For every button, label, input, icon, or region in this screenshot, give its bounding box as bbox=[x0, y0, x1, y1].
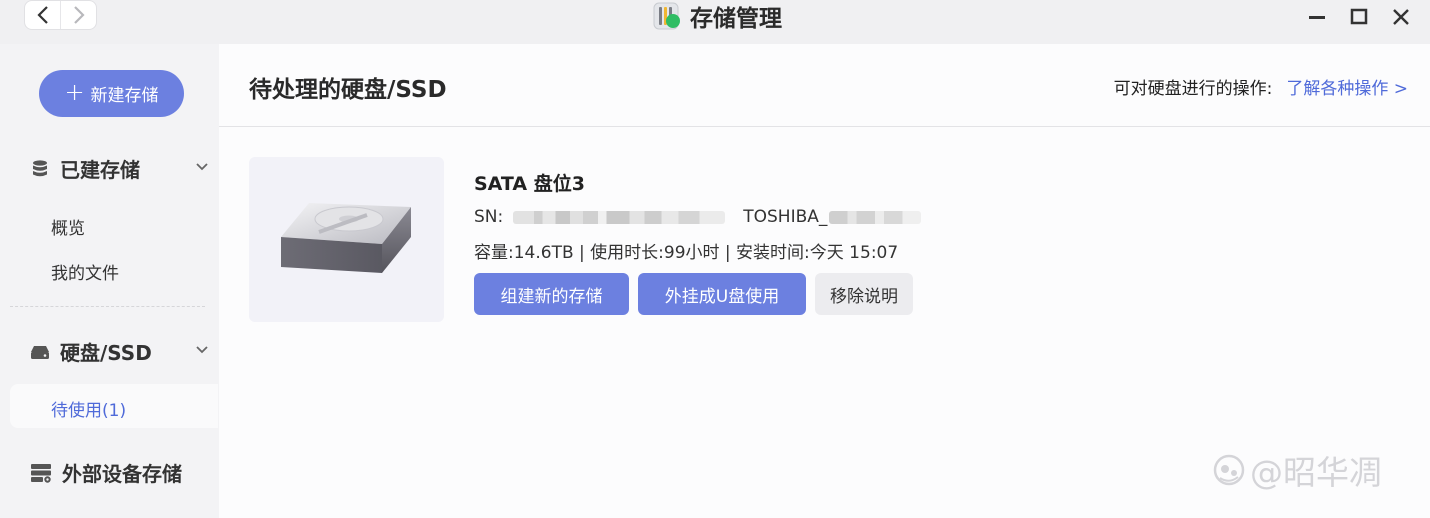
chevron-right-icon bbox=[73, 6, 85, 24]
serial-label: SN: bbox=[474, 207, 504, 227]
removal-info-button[interactable]: 移除说明 bbox=[815, 273, 913, 315]
watermark: @昭华凋 bbox=[1212, 446, 1382, 494]
drive-icon bbox=[31, 345, 49, 359]
maximize-button[interactable] bbox=[1346, 4, 1372, 30]
window-title: 存储管理 bbox=[652, 0, 782, 32]
sidebar-item-pending-label: 待使用(1) bbox=[51, 401, 127, 421]
new-storage-button[interactable]: + 新建存储 bbox=[39, 70, 184, 117]
minimize-button[interactable] bbox=[1304, 4, 1330, 30]
title-bar: 存储管理 bbox=[0, 0, 1430, 44]
close-button[interactable] bbox=[1388, 4, 1414, 30]
maximize-icon bbox=[1350, 8, 1368, 25]
mount-as-usb-button[interactable]: 外挂成U盘使用 bbox=[638, 273, 806, 315]
back-button[interactable] bbox=[25, 1, 60, 29]
disk-name: SATA 盘位3 bbox=[474, 173, 585, 195]
sidebar-section-drives[interactable]: 硬盘/SSD bbox=[30, 337, 152, 366]
sidebar-section-label: 外部设备存储 bbox=[62, 462, 182, 486]
disk-serial-row: SN: TOSHIBA_ bbox=[474, 207, 922, 227]
operations-prefix: 可对硬盘进行的操作: bbox=[1113, 79, 1273, 99]
plus-icon: + bbox=[64, 78, 85, 106]
learn-operations-link[interactable]: 了解各种操作 > bbox=[1286, 74, 1408, 99]
external-storage-icon bbox=[31, 463, 51, 483]
sidebar-item-pending[interactable]: 待使用(1) bbox=[10, 384, 218, 428]
watermark-text: @昭华凋 bbox=[1250, 453, 1382, 492]
create-storage-button[interactable]: 组建新的存储 bbox=[474, 273, 629, 315]
window-title-text: 存储管理 bbox=[690, 6, 782, 32]
operations-hint: 可对硬盘进行的操作: 了解各种操作 > bbox=[1114, 74, 1408, 99]
redacted-serial bbox=[513, 210, 726, 224]
storage-app-icon bbox=[653, 2, 680, 30]
sidebar: + 新建存储 已建存储 概览 我的文件 硬盘/SSD 待使用(1) 外部设备存储 bbox=[0, 44, 218, 518]
sidebar-section-built-storage[interactable]: 已建存储 bbox=[30, 154, 140, 183]
redacted-model bbox=[829, 210, 922, 224]
hard-disk-icon bbox=[281, 203, 411, 273]
sidebar-item-my-files[interactable]: 我的文件 bbox=[51, 259, 119, 284]
database-icon bbox=[33, 159, 47, 176]
disk-thumbnail bbox=[249, 157, 444, 322]
chevron-left-icon bbox=[36, 6, 48, 24]
chevron-down-icon[interactable] bbox=[195, 345, 209, 355]
disk-actions: 组建新的存储 外挂成U盘使用 移除说明 bbox=[474, 273, 913, 315]
disk-details: 容量:14.6TB | 使用时长:99小时 | 安装时间:今天 15:07 bbox=[474, 243, 899, 263]
sidebar-divider bbox=[10, 306, 205, 307]
nav-buttons bbox=[24, 0, 97, 30]
close-icon bbox=[1393, 9, 1409, 25]
forward-button[interactable] bbox=[60, 1, 96, 29]
sidebar-section-label: 已建存储 bbox=[60, 158, 140, 182]
new-storage-label: 新建存储 bbox=[90, 86, 159, 106]
sidebar-section-label: 硬盘/SSD bbox=[60, 341, 152, 365]
weibo-logo-icon bbox=[1213, 454, 1245, 486]
model-prefix: TOSHIBA_ bbox=[743, 207, 828, 227]
sidebar-section-external-storage[interactable]: 外部设备存储 bbox=[30, 458, 182, 487]
minimize-icon bbox=[1309, 16, 1325, 19]
chevron-down-icon[interactable] bbox=[195, 162, 209, 172]
sidebar-item-overview[interactable]: 概览 bbox=[51, 214, 85, 239]
page-title: 待处理的硬盘/SSD bbox=[249, 77, 447, 103]
main-header: 待处理的硬盘/SSD 可对硬盘进行的操作: 了解各种操作 > bbox=[219, 44, 1430, 127]
